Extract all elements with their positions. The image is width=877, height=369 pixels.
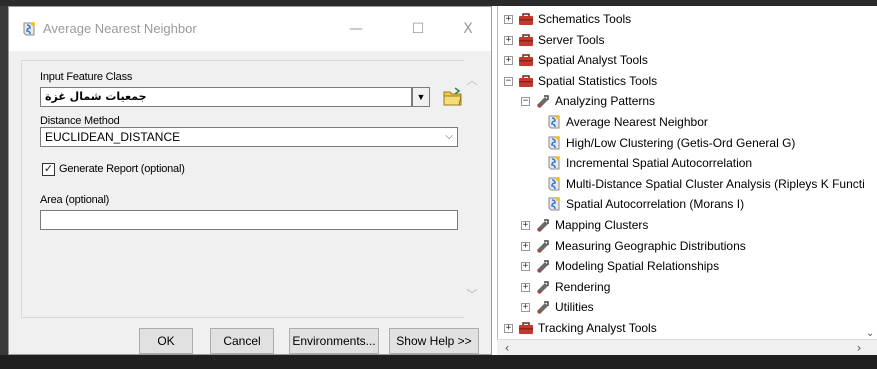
expand-icon[interactable]: + [504,324,513,333]
expand-icon[interactable]: + [521,262,530,272]
toolset-icon [535,217,551,233]
tree-horizontal-scrollbar[interactable]: ‹ › [497,339,877,355]
tree-scroll-down-icon[interactable]: ⌄ [866,328,877,340]
tree-node-toolset[interactable]: Rendering [555,277,610,297]
tree-node-tool[interactable]: Incremental Spatial Autocorrelation [566,153,752,173]
tree-node-tool[interactable]: Spatial Autocorrelation (Morans I) [566,194,744,214]
collapse-icon[interactable]: − [504,76,513,86]
background-bottom-edge [0,355,877,369]
arctoolbox-tree: + Schematics Tools + Server Tools + Spatial A… [497,6,877,355]
script-tool-icon [546,176,562,192]
expand-icon[interactable]: + [521,303,530,313]
script-tool-icon [546,135,562,151]
script-tool-icon [546,155,562,171]
toolset-icon [535,238,551,254]
script-tool-icon [23,22,35,36]
area-input[interactable] [40,210,458,230]
show-help-button[interactable]: Show Help >> [389,328,479,354]
toolbox-icon [518,320,534,336]
toolset-icon [535,299,551,315]
area-label: Area (optional) [40,194,110,206]
cancel-button[interactable]: Cancel [210,328,274,354]
toolset-icon [535,258,551,274]
expand-icon[interactable]: + [521,221,530,230]
expand-icon[interactable]: + [504,35,513,45]
tree-node-toolbox[interactable]: Spatial Statistics Tools [538,71,657,91]
screen: Average Nearest Neighbor — ☐ X Input Fea… [0,0,877,369]
tree-node-tool[interactable]: High/Low Clustering (Getis-Ord General G… [566,133,795,153]
distance-method-label: Distance Method [40,115,120,127]
expand-icon[interactable]: + [504,56,513,66]
script-tool-icon [546,196,562,212]
tree-node-toolset[interactable]: Modeling Spatial Relationships [555,256,719,276]
ok-button[interactable]: OK [139,328,193,354]
tool-dialog: Average Nearest Neighbor — ☐ X Input Fea… [8,6,492,355]
dialog-titlebar[interactable]: Average Nearest Neighbor — ☐ X [9,7,491,51]
tree-node-toolbox[interactable]: Tracking Analyst Tools [538,318,657,338]
tree-node-tool[interactable]: Average Nearest Neighbor [566,112,708,132]
tree-node-toolset[interactable]: Measuring Geographic Distributions [555,236,746,256]
environments-button[interactable]: Environments... [289,328,379,354]
scroll-left-icon[interactable]: ‹ [499,340,515,356]
generate-report-label: Generate Report (optional) [59,163,185,175]
tree-node-toolset[interactable]: Analyzing Patterns [555,91,655,111]
toolbox-icon [518,11,534,27]
parameters-panel: Input Feature Class جمعيات شمال غزة ▼ Di… [21,60,477,318]
dropdown-arrow-icon: ▼ [416,92,426,102]
script-tool-icon [546,114,562,130]
open-folder-icon[interactable] [442,86,464,108]
scroll-up-icon[interactable]: ︿ [464,74,480,88]
distance-method-value: EUCLIDEAN_DISTANCE [45,130,181,144]
maximize-button[interactable]: ☐ [403,15,433,43]
tree-node-toolbox[interactable]: Schematics Tools [538,9,631,29]
tree-node-toolbox[interactable]: Server Tools [538,30,604,50]
generate-report-checkbox[interactable]: ✓ [42,163,55,176]
distance-method-select[interactable]: EUCLIDEAN_DISTANCE ⌵ [40,127,458,147]
input-feature-class-dropdown[interactable]: ▼ [412,87,430,107]
toolbox-icon [518,73,534,89]
tree-node-toolbox[interactable]: Spatial Analyst Tools [538,50,648,70]
input-feature-class-label: Input Feature Class [40,71,133,83]
chevron-down-icon: ⌵ [445,131,453,142]
expand-icon[interactable]: + [521,282,530,292]
collapse-icon[interactable]: − [521,97,530,107]
background-edge [0,6,8,369]
minimize-button[interactable]: — [341,15,371,43]
toolbox-icon [518,52,534,68]
scroll-down-icon[interactable]: ﹀ [464,288,480,302]
close-button[interactable]: X [453,15,483,43]
dialog-scrollbar[interactable]: ︿ ﹀ [464,60,480,318]
expand-icon[interactable]: + [504,15,513,24]
input-feature-class-value: جمعيات شمال غزة [45,90,147,103]
expand-icon[interactable]: + [521,241,530,251]
scroll-right-icon[interactable]: › [851,340,867,356]
tree-node-toolset[interactable]: Mapping Clusters [555,215,648,235]
tree-node-toolset[interactable]: Utilities [555,297,594,317]
checkmark-icon: ✓ [43,163,54,175]
tree-node-tool[interactable]: Multi-Distance Spatial Cluster Analysis … [566,174,865,194]
toolbox-icon [518,32,534,48]
toolset-icon [535,279,551,295]
dialog-title: Average Nearest Neighbor [43,21,197,36]
input-feature-class-field[interactable]: جمعيات شمال غزة [40,87,412,107]
toolset-icon [535,93,551,109]
